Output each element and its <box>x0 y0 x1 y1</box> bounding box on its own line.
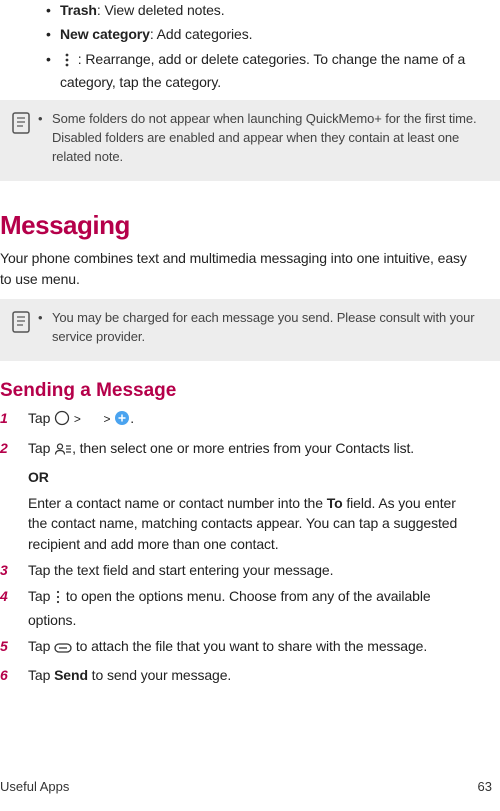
section-title: Messaging <box>0 207 472 245</box>
note2-list: You may be charged for each message you … <box>38 309 484 351</box>
chevron-1: > <box>74 411 81 428</box>
step5-a: Tap <box>28 638 54 654</box>
step6-send: Send <box>54 667 88 683</box>
circle-icon <box>54 410 70 431</box>
more-options-icon <box>60 52 74 72</box>
steps-list: Tap > > . Tap , then select one or more … <box>0 408 472 685</box>
step-5: Tap to attach the file that you want to … <box>0 636 472 659</box>
step2-a: Tap <box>28 440 54 456</box>
step1-dot: . <box>130 410 134 426</box>
attach-icon <box>54 639 72 659</box>
footer-page: 63 <box>478 778 492 797</box>
trash-label: Trash <box>60 2 97 18</box>
step1-a: Tap <box>28 410 54 426</box>
bullet-new-category: New category: Add categories. <box>46 24 472 44</box>
step-6: Tap Send to send your message. <box>0 665 472 685</box>
newcat-label: New category <box>60 26 150 42</box>
chevron-2: > <box>104 411 111 428</box>
page-footer: Useful Apps 63 <box>0 778 500 797</box>
note-icon <box>12 311 30 338</box>
note-box-1: Some folders do not appear when launchin… <box>0 100 500 181</box>
trash-desc: : View deleted notes. <box>97 2 225 18</box>
step3-text: Tap the text field and start entering yo… <box>28 560 472 580</box>
step-3: Tap the text field and start entering yo… <box>0 560 472 580</box>
note-icon <box>12 112 30 139</box>
bullet-trash: Trash: View deleted notes. <box>46 0 472 20</box>
step4-a: Tap <box>28 588 54 604</box>
step2-b: , then select one or more entries from y… <box>72 440 414 456</box>
step-4: Tap to open the options menu. Choose fro… <box>0 586 472 630</box>
plus-circle-icon <box>114 410 130 431</box>
note1-list: Some folders do not appear when launchin… <box>38 110 484 171</box>
bullet-more: : Rearrange, add or delete categories. T… <box>46 49 472 93</box>
step4-b: to open the options menu. Choose from an… <box>28 588 431 627</box>
top-bullet-list: Trash: View deleted notes. New category:… <box>46 0 472 92</box>
section-desc: Your phone combines text and multimedia … <box>0 248 472 289</box>
more-desc: : Rearrange, add or delete categories. T… <box>60 51 465 90</box>
step2-or: OR <box>28 467 472 487</box>
note2-text: You may be charged for each message you … <box>38 309 484 347</box>
note-box-2: You may be charged for each message you … <box>0 299 500 361</box>
note1-text: Some folders do not appear when launchin… <box>38 110 484 167</box>
subsection-title: Sending a Message <box>0 377 472 405</box>
newcat-desc: : Add categories. <box>150 26 253 42</box>
kebab-icon <box>54 589 62 609</box>
step-1: Tap > > . <box>0 408 472 431</box>
step-2: Tap , then select one or more entries fr… <box>0 438 472 554</box>
step5-b: to attach the file that you want to shar… <box>72 638 427 654</box>
step6-b: to send your message. <box>88 667 231 683</box>
step2-to: To <box>327 495 343 511</box>
step6-a: Tap <box>28 667 54 683</box>
footer-section: Useful Apps <box>0 778 69 797</box>
step2-c1: Enter a contact name or contact number i… <box>28 495 327 511</box>
contact-icon <box>54 441 72 461</box>
